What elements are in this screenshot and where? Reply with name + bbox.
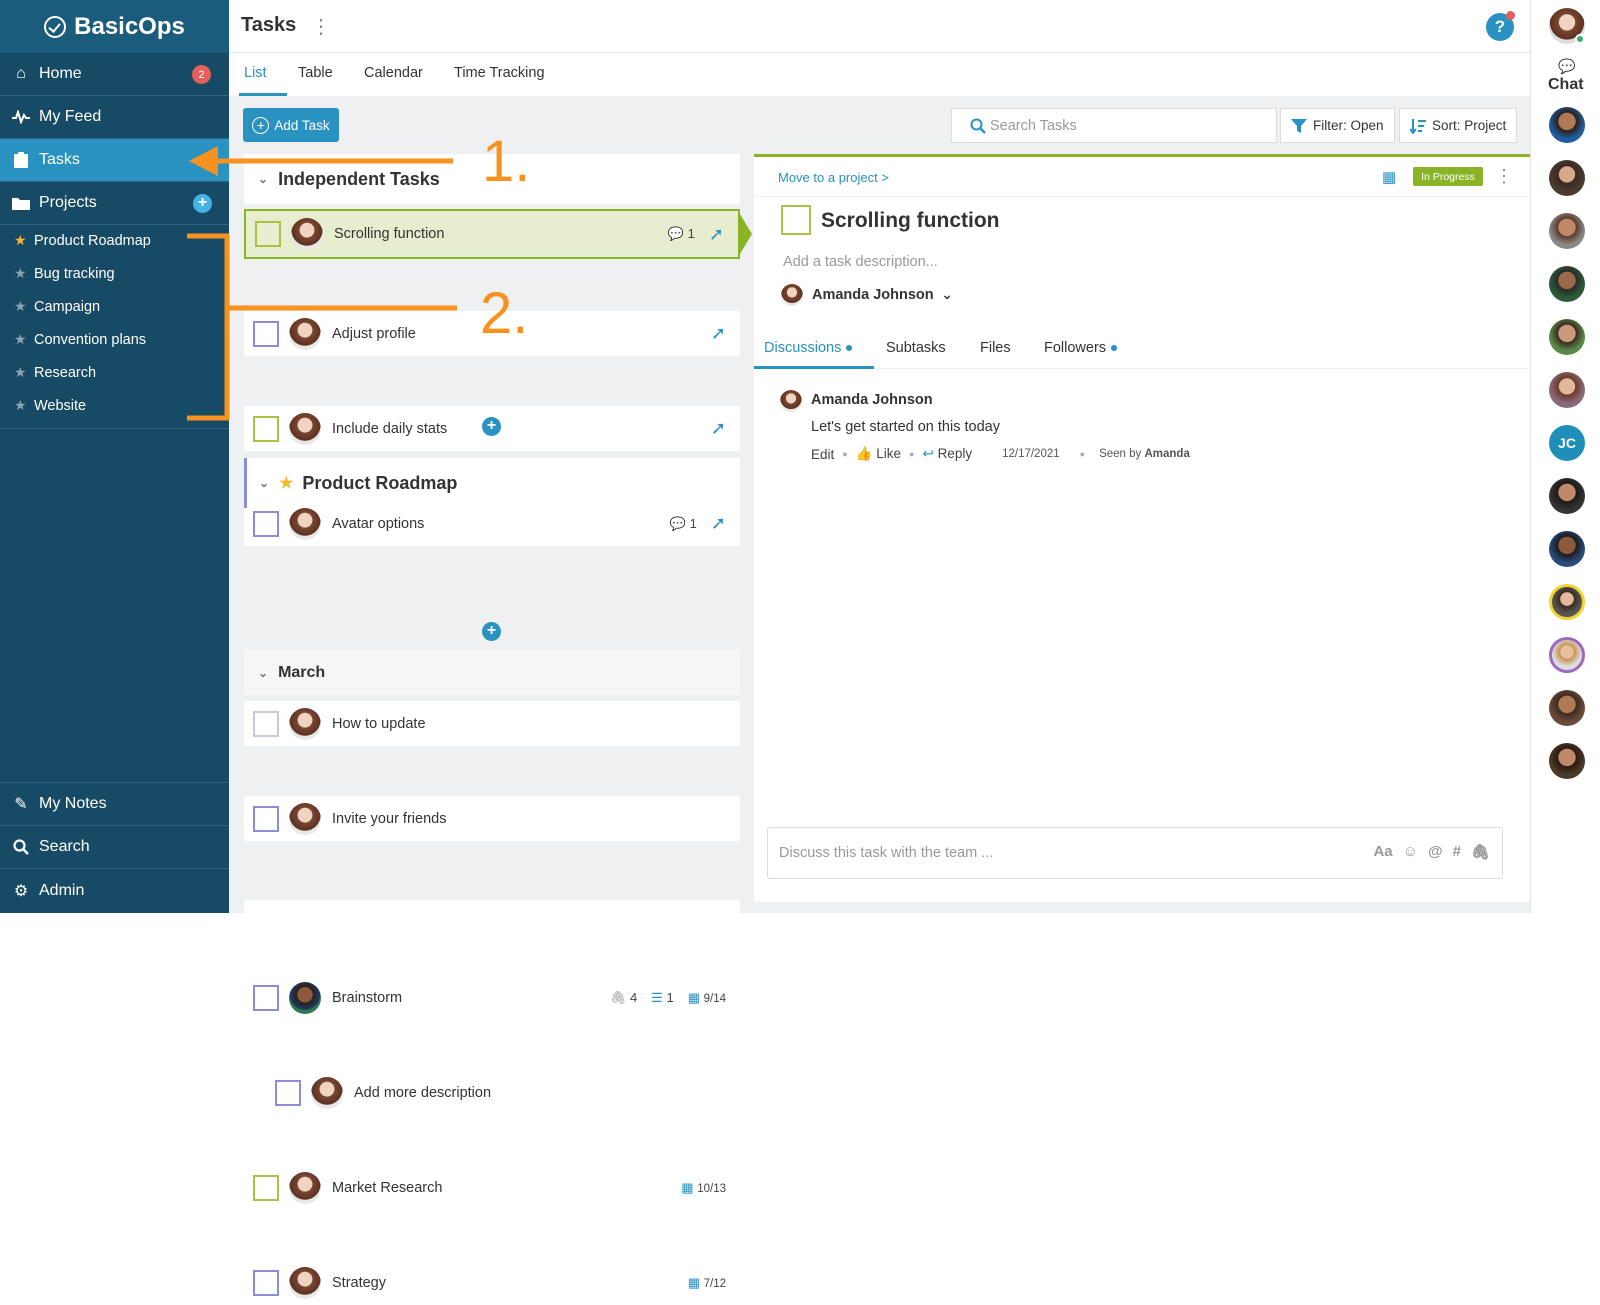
calendar-icon: ▦: [681, 1179, 694, 1195]
task-row-brainstorm[interactable]: Brainstorm 🖇 4 ☰ 1 ▦ 9/14: [244, 975, 740, 1020]
task-checkbox[interactable]: [253, 984, 279, 1011]
attachment-count-value: 4: [629, 989, 638, 1005]
task-title: Brainstorm: [332, 989, 403, 1006]
annotation-arrow-head: [189, 146, 218, 176]
attachment-count: 🖇 4: [610, 990, 637, 1006]
task-meta: 🖇 4 ☰ 1 ▦ 9/14: [610, 975, 726, 1020]
task-checkbox[interactable]: [253, 1269, 279, 1296]
avatar: [289, 1171, 321, 1204]
avatar: [311, 1076, 343, 1109]
task-meta: ▦ 10/13: [681, 1165, 726, 1210]
annotation-bracket: [187, 233, 230, 421]
subtask-count-value: 1: [666, 989, 674, 1005]
annotation-label-2: 2.: [480, 281, 529, 346]
list-icon: ☰: [651, 989, 663, 1005]
calendar-icon: ▦: [687, 989, 700, 1005]
calendar-icon: ▦: [687, 1274, 700, 1290]
task-title: Add more description: [354, 1084, 492, 1101]
due-date: ▦ 7/12: [688, 1275, 726, 1291]
task-checkbox[interactable]: [275, 1079, 301, 1106]
avatar: [289, 1266, 321, 1299]
task-row-strategy[interactable]: Strategy ▦ 7/12: [244, 1260, 740, 1305]
annotation-overlay: [187, 146, 457, 421]
avatar: [289, 981, 321, 1014]
paperclip-icon: 🖇: [609, 989, 627, 1005]
subtask-row-add-more-description[interactable]: Add more description: [266, 1070, 740, 1115]
task-row-market-research[interactable]: Market Research ▦ 10/13: [244, 1165, 740, 1210]
subtask-count: ☰ 1: [651, 990, 674, 1006]
due-date-value: 7/12: [703, 1277, 726, 1290]
task-meta: ▦ 7/12: [688, 1260, 726, 1305]
task-checkbox[interactable]: [253, 1174, 279, 1201]
due-date-value: 9/14: [703, 992, 726, 1005]
due-date-value: 10/13: [697, 1182, 726, 1195]
task-title: Market Research: [332, 1179, 443, 1196]
annotation-label-1: 1.: [482, 129, 531, 194]
due-date: ▦ 10/13: [681, 1180, 726, 1196]
task-title: Strategy: [332, 1274, 386, 1291]
due-date: ▦ 9/14: [688, 990, 726, 1006]
